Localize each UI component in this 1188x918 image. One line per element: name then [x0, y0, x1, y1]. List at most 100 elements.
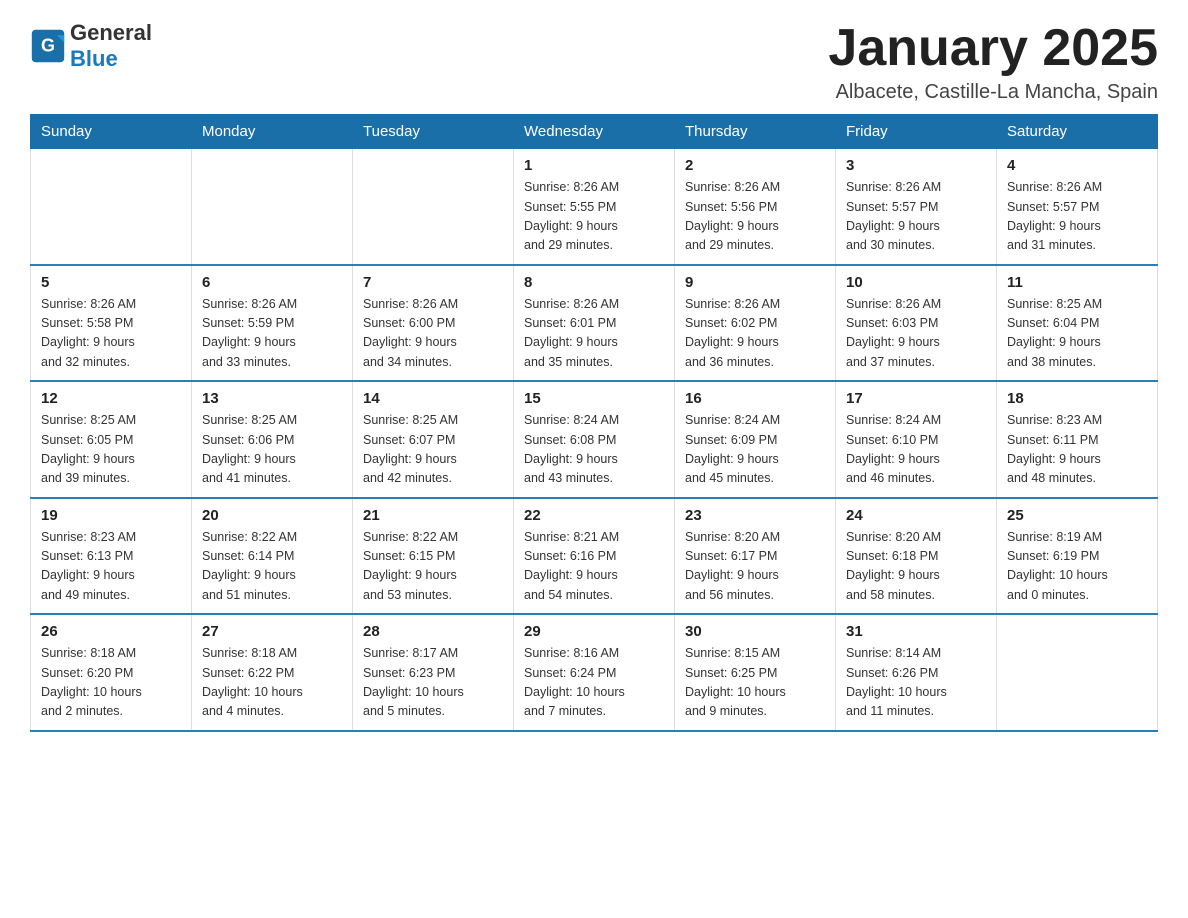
day-number: 21 [363, 507, 503, 524]
day-info: Sunrise: 8:21 AMSunset: 6:16 PMDaylight:… [524, 528, 664, 606]
weekday-header-monday: Monday [192, 115, 353, 149]
weekday-header-sunday: Sunday [31, 115, 192, 149]
location-subtitle: Albacete, Castille-La Mancha, Spain [828, 81, 1158, 104]
calendar-day-14: 14 Sunrise: 8:25 AMSunset: 6:07 PMDayligh… [353, 381, 514, 498]
day-info: Sunrise: 8:26 AMSunset: 6:00 PMDaylight:… [363, 295, 503, 373]
day-info: Sunrise: 8:25 AMSunset: 6:04 PMDaylight:… [1007, 295, 1147, 373]
calendar-day-2: 2 Sunrise: 8:26 AMSunset: 5:56 PMDaylight… [675, 149, 836, 265]
day-number: 8 [524, 274, 664, 291]
day-number: 14 [363, 390, 503, 407]
calendar-day-12: 12 Sunrise: 8:25 AMSunset: 6:05 PMDayligh… [31, 381, 192, 498]
day-info: Sunrise: 8:23 AMSunset: 6:13 PMDaylight:… [41, 528, 181, 606]
logo-icon: G [30, 28, 66, 64]
calendar-day-11: 11 Sunrise: 8:25 AMSunset: 6:04 PMDayligh… [997, 265, 1158, 382]
day-number: 23 [685, 507, 825, 524]
day-info: Sunrise: 8:17 AMSunset: 6:23 PMDaylight:… [363, 644, 503, 722]
calendar-day-6: 6 Sunrise: 8:26 AMSunset: 5:59 PMDaylight… [192, 265, 353, 382]
day-info: Sunrise: 8:19 AMSunset: 6:19 PMDaylight:… [1007, 528, 1147, 606]
day-info: Sunrise: 8:22 AMSunset: 6:14 PMDaylight:… [202, 528, 342, 606]
day-info: Sunrise: 8:20 AMSunset: 6:18 PMDaylight:… [846, 528, 986, 606]
calendar-day-10: 10Sunrise: 8:26 AMSunset: 6:03 PMDayligh… [836, 265, 997, 382]
calendar-day-22: 22 Sunrise: 8:21 AMSunset: 6:16 PMDayligh… [514, 498, 675, 615]
day-number: 16 [685, 390, 825, 407]
calendar-table: SundayMondayTuesdayWednesdayThursdayFrid… [30, 114, 1158, 732]
calendar-day-29: 29 Sunrise: 8:16 AMSunset: 6:24 PMDayligh… [514, 614, 675, 731]
calendar-day-26: 26 Sunrise: 8:18 AMSunset: 6:20 PMDayligh… [31, 614, 192, 731]
calendar-day-15: 15Sunrise: 8:24 AMSunset: 6:08 PMDayligh… [514, 381, 675, 498]
calendar-day-3: 3 Sunrise: 8:26 AMSunset: 5:57 PMDaylight… [836, 149, 997, 265]
day-number: 6 [202, 274, 342, 291]
day-number: 29 [524, 623, 664, 640]
day-number: 12 [41, 390, 181, 407]
day-number: 15 [524, 390, 664, 407]
day-info: Sunrise: 8:24 AMSunset: 6:10 PMDaylight:… [846, 411, 986, 489]
day-number: 2 [685, 157, 825, 174]
weekday-header-tuesday: Tuesday [353, 115, 514, 149]
day-info: Sunrise: 8:25 AMSunset: 6:05 PMDaylight:… [41, 411, 181, 489]
day-number: 9 [685, 274, 825, 291]
day-number: 11 [1007, 274, 1147, 291]
day-info: Sunrise: 8:26 AMSunset: 6:02 PMDaylight:… [685, 295, 825, 373]
month-title: January 2025 [828, 20, 1158, 77]
calendar-day-16: 16 Sunrise: 8:24 AMSunset: 6:09 PMDayligh… [675, 381, 836, 498]
day-number: 7 [363, 274, 503, 291]
day-number: 5 [41, 274, 181, 291]
weekday-header-row: SundayMondayTuesdayWednesdayThursdayFrid… [31, 115, 1158, 149]
day-info: Sunrise: 8:25 AMSunset: 6:07 PMDaylight:… [363, 411, 503, 489]
calendar-day-9: 9 Sunrise: 8:26 AMSunset: 6:02 PMDaylight… [675, 265, 836, 382]
day-number: 3 [846, 157, 986, 174]
calendar-day-30: 30Sunrise: 8:15 AMSunset: 6:25 PMDayligh… [675, 614, 836, 731]
calendar-day-27: 27Sunrise: 8:18 AMSunset: 6:22 PMDayligh… [192, 614, 353, 731]
day-info: Sunrise: 8:26 AMSunset: 5:59 PMDaylight:… [202, 295, 342, 373]
calendar-week-row: 5Sunrise: 8:26 AMSunset: 5:58 PMDaylight… [31, 265, 1158, 382]
day-info: Sunrise: 8:23 AMSunset: 6:11 PMDaylight:… [1007, 411, 1147, 489]
weekday-header-saturday: Saturday [997, 115, 1158, 149]
page-header: G General Blue January 2025 Albacete, Ca… [30, 20, 1158, 104]
day-number: 1 [524, 157, 664, 174]
day-info: Sunrise: 8:26 AMSunset: 5:56 PMDaylight:… [685, 178, 825, 256]
weekday-header-friday: Friday [836, 115, 997, 149]
day-number: 24 [846, 507, 986, 524]
day-number: 10 [846, 274, 986, 291]
calendar-day-19: 19Sunrise: 8:23 AMSunset: 6:13 PMDayligh… [31, 498, 192, 615]
day-number: 25 [1007, 507, 1147, 524]
day-number: 27 [202, 623, 342, 640]
svg-text:G: G [41, 35, 55, 55]
day-info: Sunrise: 8:26 AMSunset: 5:57 PMDaylight:… [1007, 178, 1147, 256]
day-number: 22 [524, 507, 664, 524]
calendar-day-1: 1 Sunrise: 8:26 AMSunset: 5:55 PMDaylight… [514, 149, 675, 265]
calendar-empty-cell [192, 149, 353, 265]
calendar-empty-cell [997, 614, 1158, 731]
calendar-week-row: 19Sunrise: 8:23 AMSunset: 6:13 PMDayligh… [31, 498, 1158, 615]
calendar-day-5: 5Sunrise: 8:26 AMSunset: 5:58 PMDaylight… [31, 265, 192, 382]
day-number: 4 [1007, 157, 1147, 174]
calendar-day-4: 4 Sunrise: 8:26 AMSunset: 5:57 PMDaylight… [997, 149, 1158, 265]
day-number: 18 [1007, 390, 1147, 407]
day-info: Sunrise: 8:25 AMSunset: 6:06 PMDaylight:… [202, 411, 342, 489]
day-info: Sunrise: 8:16 AMSunset: 6:24 PMDaylight:… [524, 644, 664, 722]
day-info: Sunrise: 8:26 AMSunset: 5:57 PMDaylight:… [846, 178, 986, 256]
calendar-day-13: 13 Sunrise: 8:25 AMSunset: 6:06 PMDayligh… [192, 381, 353, 498]
title-block: January 2025 Albacete, Castille-La Manch… [828, 20, 1158, 104]
calendar-day-17: 17Sunrise: 8:24 AMSunset: 6:10 PMDayligh… [836, 381, 997, 498]
day-info: Sunrise: 8:20 AMSunset: 6:17 PMDaylight:… [685, 528, 825, 606]
calendar-day-20: 20 Sunrise: 8:22 AMSunset: 6:14 PMDayligh… [192, 498, 353, 615]
calendar-day-28: 28 Sunrise: 8:17 AMSunset: 6:23 PMDayligh… [353, 614, 514, 731]
day-number: 13 [202, 390, 342, 407]
day-info: Sunrise: 8:18 AMSunset: 6:20 PMDaylight:… [41, 644, 181, 722]
calendar-day-25: 25 Sunrise: 8:19 AMSunset: 6:19 PMDayligh… [997, 498, 1158, 615]
calendar-body: 1 Sunrise: 8:26 AMSunset: 5:55 PMDaylight… [31, 149, 1158, 731]
day-info: Sunrise: 8:15 AMSunset: 6:25 PMDaylight:… [685, 644, 825, 722]
calendar-empty-cell [31, 149, 192, 265]
logo-text-general: General [70, 20, 152, 45]
day-number: 28 [363, 623, 503, 640]
day-number: 26 [41, 623, 181, 640]
day-number: 20 [202, 507, 342, 524]
day-info: Sunrise: 8:14 AMSunset: 6:26 PMDaylight:… [846, 644, 986, 722]
day-info: Sunrise: 8:24 AMSunset: 6:09 PMDaylight:… [685, 411, 825, 489]
calendar-day-18: 18 Sunrise: 8:23 AMSunset: 6:11 PMDayligh… [997, 381, 1158, 498]
calendar-day-24: 24 Sunrise: 8:20 AMSunset: 6:18 PMDayligh… [836, 498, 997, 615]
calendar-week-row: 12 Sunrise: 8:25 AMSunset: 6:05 PMDayligh… [31, 381, 1158, 498]
weekday-header-wednesday: Wednesday [514, 115, 675, 149]
day-info: Sunrise: 8:26 AMSunset: 5:55 PMDaylight:… [524, 178, 664, 256]
